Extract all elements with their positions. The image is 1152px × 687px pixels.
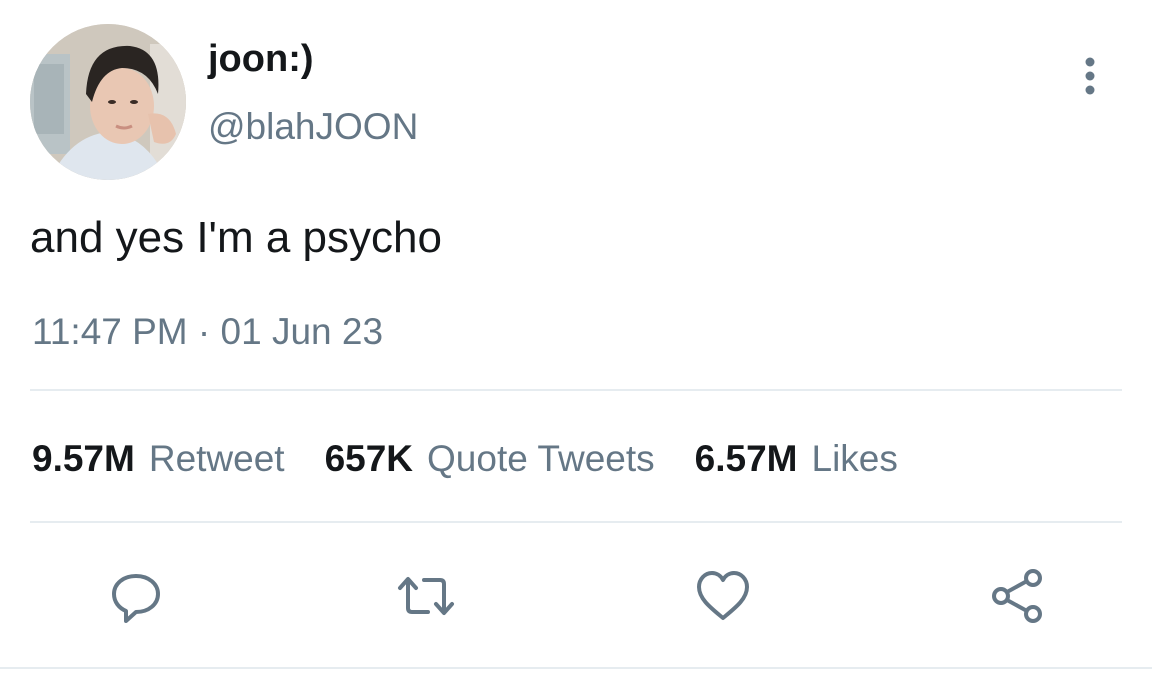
more-options-button[interactable] [1070, 54, 1110, 98]
stat-count: 9.57M [32, 438, 135, 479]
stat-label: Likes [811, 438, 898, 479]
reply-button[interactable] [106, 566, 166, 626]
tweet-timestamp[interactable]: 11:47 PM · 01 Jun 23 [32, 313, 383, 350]
stat-count: 6.57M [694, 438, 798, 479]
engagement-stats: 9.57M Retweet 657K Quote Tweets 6.57M Li… [32, 440, 898, 477]
reply-icon [112, 574, 160, 623]
share-button[interactable] [987, 566, 1047, 626]
retweet-icon [398, 577, 454, 615]
stat-count: 657K [324, 438, 414, 479]
retweet-button[interactable] [396, 566, 456, 626]
retweet-count-stat[interactable]: 9.57M Retweet [32, 440, 285, 477]
display-name[interactable]: joon:) [208, 40, 314, 78]
tweet-text: and yes I'm a psycho [30, 213, 442, 262]
divider [30, 389, 1122, 391]
user-handle[interactable]: @blahJOON [208, 108, 418, 145]
share-icon [992, 569, 1042, 623]
likes-stat[interactable]: 6.57M Likes [695, 440, 898, 477]
stat-label: Quote Tweets [427, 438, 655, 479]
more-vertical-icon [1085, 57, 1095, 95]
like-button[interactable] [693, 566, 753, 626]
quote-tweets-stat[interactable]: 657K Quote Tweets [325, 440, 655, 477]
divider [30, 521, 1122, 523]
divider [0, 667, 1152, 669]
avatar[interactable] [30, 24, 186, 180]
stat-label: Retweet [148, 438, 285, 479]
avatar-image [30, 24, 186, 180]
heart-icon [697, 571, 749, 620]
